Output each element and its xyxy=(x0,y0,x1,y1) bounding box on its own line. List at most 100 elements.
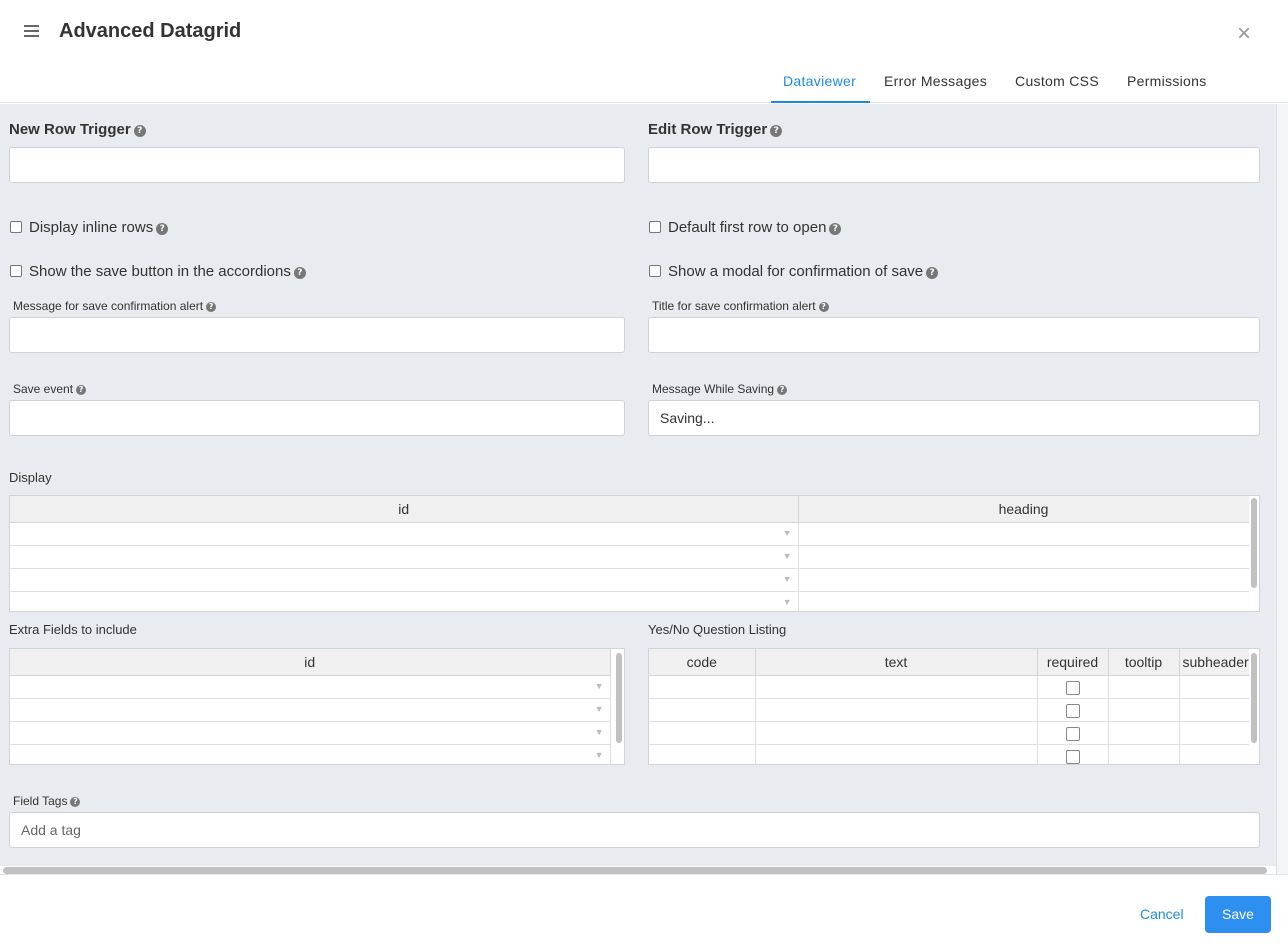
horizontal-scrollbar[interactable] xyxy=(0,866,1288,874)
column-header-tooltip: tooltip xyxy=(1108,649,1180,676)
id-select-cell[interactable]: ▼ xyxy=(10,568,799,592)
required-checkbox[interactable] xyxy=(1065,703,1080,718)
modal-header: Advanced Datagrid × Dataviewer Error Mes… xyxy=(0,0,1288,103)
close-icon[interactable]: × xyxy=(1237,22,1251,46)
field-tags-input[interactable] xyxy=(9,812,1260,848)
table-row xyxy=(649,698,1259,722)
caret-down-icon: ▼ xyxy=(594,703,604,714)
heading-cell[interactable] xyxy=(798,545,1250,569)
column-header-id: id xyxy=(10,496,799,523)
extra-fields-label: Extra Fields to include xyxy=(9,622,137,637)
help-icon: ? xyxy=(818,302,829,312)
heading-cell[interactable] xyxy=(798,591,1250,611)
required-cell xyxy=(1037,744,1109,764)
caret-down-icon: ▼ xyxy=(782,527,792,538)
grid-scrollbar[interactable] xyxy=(614,649,624,764)
text-cell[interactable] xyxy=(755,698,1038,722)
subheader-cell[interactable] xyxy=(1179,698,1259,722)
id-select-cell[interactable]: ▼ xyxy=(10,721,611,745)
caret-down-icon: ▼ xyxy=(594,680,604,691)
caret-down-icon: ▼ xyxy=(782,596,792,607)
save-confirm-title-input[interactable] xyxy=(648,317,1260,353)
heading-cell[interactable] xyxy=(798,568,1250,592)
save-confirm-message-input[interactable] xyxy=(9,317,625,353)
required-checkbox[interactable] xyxy=(1065,726,1080,741)
default-first-row-label: Default first row to open? xyxy=(668,219,842,236)
show-save-button-checkbox[interactable] xyxy=(10,265,22,277)
vertical-scrollbar[interactable] xyxy=(1276,104,1288,874)
hamburger-menu-icon[interactable] xyxy=(24,23,39,37)
heading-cell[interactable] xyxy=(798,522,1250,546)
grid-header-row: id heading xyxy=(10,496,1250,523)
id-select-cell[interactable]: ▼ xyxy=(10,675,611,699)
caret-down-icon: ▼ xyxy=(594,749,604,760)
required-checkbox[interactable] xyxy=(1065,749,1080,764)
column-header-heading: heading xyxy=(798,496,1250,523)
tab-error-messages[interactable]: Error Messages xyxy=(870,60,1001,103)
show-modal-checkbox[interactable] xyxy=(649,265,661,277)
help-icon: ? xyxy=(926,267,939,279)
message-while-saving-label: Message While Saving? xyxy=(652,382,788,396)
grid-header-row: code text required tooltip subheader xyxy=(649,649,1259,676)
help-icon: ? xyxy=(206,302,217,312)
code-cell[interactable] xyxy=(649,698,756,722)
tooltip-cell[interactable] xyxy=(1108,698,1180,722)
table-row: ▼ xyxy=(10,568,1250,592)
display-grid: id heading ▼ ▼ ▼ ▼ xyxy=(9,495,1260,612)
grid-header-row: id xyxy=(10,649,611,676)
column-header-text: text xyxy=(755,649,1038,676)
tooltip-cell[interactable] xyxy=(1108,721,1180,745)
save-event-label: Save event? xyxy=(13,382,87,396)
id-select-cell[interactable]: ▼ xyxy=(10,545,799,569)
text-cell[interactable] xyxy=(755,744,1038,764)
tab-dataviewer[interactable]: Dataviewer xyxy=(771,60,871,103)
yes-no-question-grid: code text required tooltip subheader xyxy=(648,648,1260,765)
new-row-trigger-input[interactable] xyxy=(9,147,625,183)
save-event-input[interactable] xyxy=(9,400,625,436)
help-icon: ? xyxy=(156,223,169,235)
table-row xyxy=(649,721,1259,745)
id-select-cell[interactable]: ▼ xyxy=(10,744,611,764)
tab-custom-css[interactable]: Custom CSS xyxy=(1001,60,1113,103)
help-icon: ? xyxy=(777,385,788,395)
table-row: ▼ xyxy=(10,545,1250,569)
modal-footer: Cancel Save xyxy=(0,874,1288,944)
id-select-cell[interactable]: ▼ xyxy=(10,591,799,611)
tooltip-cell[interactable] xyxy=(1108,744,1180,764)
message-while-saving-input[interactable] xyxy=(648,400,1260,436)
grid-scrollbar[interactable] xyxy=(1249,649,1259,764)
id-select-cell[interactable]: ▼ xyxy=(10,698,611,722)
subheader-cell[interactable] xyxy=(1179,675,1259,699)
display-inline-rows-label: Display inline rows? xyxy=(29,219,169,236)
help-icon: ? xyxy=(829,223,842,235)
code-cell[interactable] xyxy=(649,721,756,745)
save-button[interactable]: Save xyxy=(1205,896,1271,933)
show-save-button-label: Show the save button in the accordions? xyxy=(29,263,306,280)
text-cell[interactable] xyxy=(755,721,1038,745)
caret-down-icon: ▼ xyxy=(782,573,792,584)
required-cell xyxy=(1037,675,1109,699)
display-inline-rows-checkbox[interactable] xyxy=(10,221,22,233)
required-checkbox[interactable] xyxy=(1065,680,1080,695)
subheader-cell[interactable] xyxy=(1179,744,1259,764)
code-cell[interactable] xyxy=(649,744,756,764)
modal-title: Advanced Datagrid xyxy=(59,20,242,42)
grid-scrollbar[interactable] xyxy=(1249,496,1259,611)
code-cell[interactable] xyxy=(649,675,756,699)
tab-permissions[interactable]: Permissions xyxy=(1113,60,1221,103)
column-header-required: required xyxy=(1037,649,1109,676)
table-row xyxy=(649,675,1259,699)
id-select-cell[interactable]: ▼ xyxy=(10,522,799,546)
table-row: ▼ xyxy=(10,698,611,722)
save-confirm-message-label: Message for save confirmation alert? xyxy=(13,299,217,313)
text-cell[interactable] xyxy=(755,675,1038,699)
tooltip-cell[interactable] xyxy=(1108,675,1180,699)
save-confirm-title-label: Title for save confirmation alert? xyxy=(652,299,829,313)
default-first-row-checkbox[interactable] xyxy=(649,221,661,233)
subheader-cell[interactable] xyxy=(1179,721,1259,745)
cancel-button[interactable]: Cancel xyxy=(1140,906,1184,922)
edit-row-trigger-input[interactable] xyxy=(648,147,1260,183)
column-header-code: code xyxy=(649,649,756,676)
help-icon: ? xyxy=(293,267,306,279)
help-icon: ? xyxy=(76,385,87,395)
